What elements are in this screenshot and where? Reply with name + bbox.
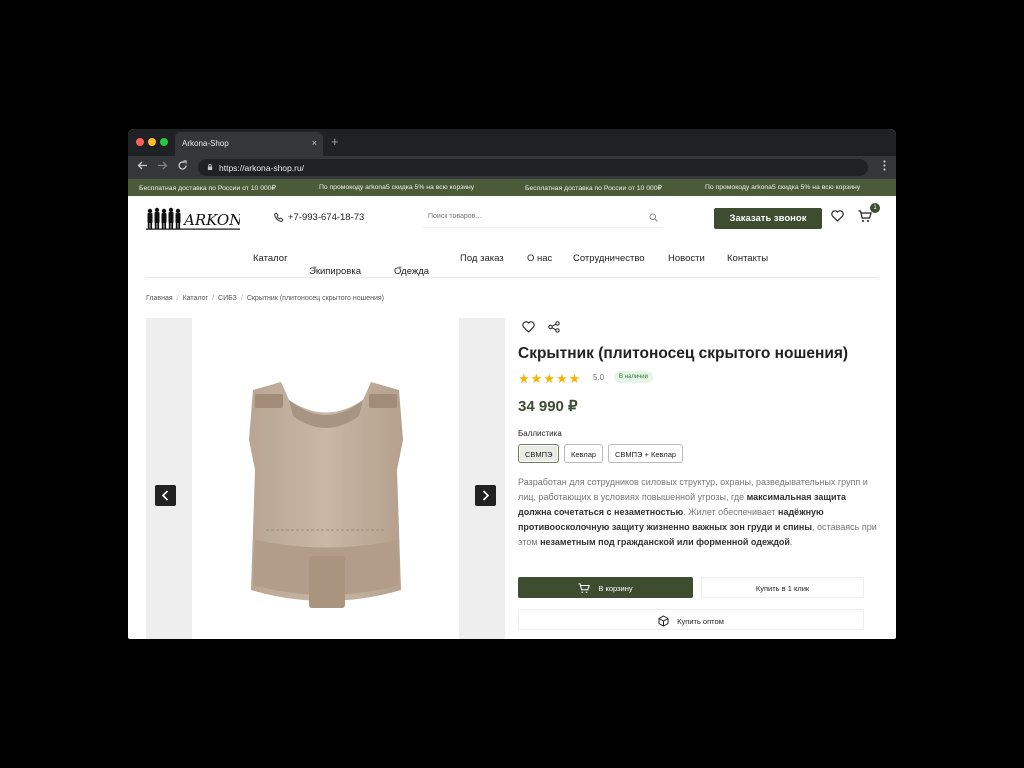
search-icon[interactable] [649, 213, 658, 222]
description-text: . [789, 537, 793, 547]
order-call-button[interactable]: Заказать звонок [714, 208, 822, 229]
phone-number: +7-993-674-18-73 [288, 212, 365, 223]
add-to-cart-button[interactable]: В корзину [518, 577, 693, 598]
option-svmpe-kevlar[interactable]: СВМПЭ + Кевлар [608, 444, 684, 463]
promo-bar: Бесплатная доставка по России от 10 000₽… [128, 179, 896, 196]
wishlist-heart-icon[interactable] [831, 210, 844, 222]
buy-wholesale-label: Купить оптом [677, 617, 724, 626]
gallery-side-panel [146, 318, 192, 639]
gallery-next-button[interactable] [475, 485, 496, 506]
browser-window: Arkona-Shop × + https://arkona-shop.ru/ … [128, 129, 896, 639]
chevron-down-icon: ▼ [397, 266, 403, 272]
forward-arrow-icon[interactable] [157, 160, 168, 171]
product-info: Скрытник (плитоносец скрытого ношения) ★… [518, 318, 878, 630]
chevron-right-icon [482, 490, 490, 501]
chevron-left-icon [161, 490, 169, 501]
promo-item: По промокоду arkona5 скидка 5% на всю ко… [319, 184, 475, 191]
promo-item: Бесплатная доставка по России от 10 000₽ [139, 185, 276, 192]
phone-icon [274, 212, 284, 222]
promo-item: Бесплатная доставка по России от 10 000₽ [525, 185, 662, 192]
product-actions [518, 318, 878, 338]
tab-title: Arkona-Shop [182, 139, 229, 148]
breadcrumb-separator: / [212, 295, 215, 302]
browser-tab[interactable]: Arkona-Shop × [175, 132, 323, 156]
menu-item-to-order[interactable]: Под заказ [460, 253, 504, 264]
menu-item-cooperation[interactable]: Сотрудничество [573, 253, 645, 264]
cart-icon [578, 583, 591, 594]
new-tab-button[interactable]: + [331, 135, 339, 148]
menu-item-catalog[interactable]: Каталог [253, 253, 288, 264]
breadcrumb-current: Скрытник (плитоносец скрытого ношения) [246, 295, 384, 302]
close-window-button[interactable] [136, 138, 144, 146]
cart-count-badge: 1 [870, 203, 880, 213]
back-arrow-icon[interactable] [137, 160, 148, 171]
description-bold: незаметным под гражданской или форменной… [540, 537, 790, 547]
star-icon: ★ [518, 371, 530, 386]
product-gallery [146, 318, 505, 639]
option-label: Баллистика [518, 429, 562, 438]
option-svmpe[interactable]: СВМПЭ [518, 444, 560, 463]
url-text: https://arkona-shop.ru/ [219, 163, 305, 173]
breadcrumb-sibz[interactable]: СИБЗ [218, 295, 237, 302]
phone-link[interactable]: +7-993-674-18-73 [274, 212, 364, 223]
reload-icon[interactable] [177, 160, 188, 171]
tab-bar: Arkona-Shop × + [128, 129, 896, 156]
star-icon: ★ [555, 371, 568, 386]
breadcrumb: Главная / Каталог / СИБЗ / Скрытник (плитоносе… [146, 295, 384, 302]
description-text: . Жилет обеспечивает [683, 507, 779, 517]
product-description: Разработан для сотрудников силовых струк… [518, 475, 878, 550]
logo-text: ARKONA [182, 211, 240, 229]
product-price: 34 990 ₽ [518, 398, 578, 415]
search-placeholder: Поиск товаров... [428, 213, 482, 220]
arkona-logo[interactable]: ARKONA [146, 206, 240, 231]
buy-wholesale-button[interactable]: Купить оптом [518, 609, 864, 630]
menu-item-contacts[interactable]: Контакты [727, 253, 768, 264]
product-rating: ★★★★★ 5.0 В наличии [518, 370, 654, 386]
buy-one-click-button[interactable]: Купить в 1 клик [701, 577, 864, 598]
url-field[interactable]: https://arkona-shop.ru/ [198, 159, 868, 176]
gallery-side-panel [459, 318, 505, 639]
tab-close-icon[interactable]: × [312, 138, 317, 148]
gallery-prev-button[interactable] [155, 485, 176, 506]
product-image-vest [249, 382, 403, 608]
breadcrumb-separator: / [176, 295, 179, 302]
cart-icon[interactable] [858, 210, 872, 223]
menu-item-about[interactable]: О нас [527, 253, 552, 264]
option-kevlar[interactable]: Кевлар [564, 444, 604, 463]
maximize-window-button[interactable] [160, 138, 168, 146]
site-header: ARKONA +7-993-674-18-73 Поиск товаров...… [128, 196, 896, 240]
star-icon: ★ [543, 371, 555, 386]
add-to-cart-label: В корзину [598, 584, 633, 593]
chevron-down-icon: ▼ [312, 266, 318, 272]
browser-menu-icon[interactable] [883, 160, 886, 171]
breadcrumb-separator: / [240, 295, 243, 302]
box-icon [658, 615, 669, 627]
address-bar-row: https://arkona-shop.ru/ [128, 156, 896, 179]
rating-value: 5.0 [593, 373, 605, 382]
main-menu: Каталог Экипировка ▼ Одежда ▼ Под заказ О … [146, 240, 878, 278]
breadcrumb-home[interactable]: Главная [146, 295, 173, 302]
product-title: Скрытник (плитоносец скрытого ношения) [518, 345, 849, 362]
breadcrumb-catalog[interactable]: Каталог [183, 295, 208, 302]
share-icon[interactable] [548, 321, 560, 333]
menu-item-news[interactable]: Новости [668, 253, 705, 264]
search-input[interactable]: Поиск товаров... [422, 207, 662, 228]
lock-icon [207, 164, 213, 170]
favorite-heart-icon[interactable] [522, 321, 535, 333]
star-icon: ★ [530, 371, 543, 386]
star-icon: ★ [568, 371, 581, 386]
availability-badge: В наличии [614, 371, 654, 383]
minimize-window-button[interactable] [148, 138, 156, 146]
promo-item: По промокоду arkona5 скидка 5% на всю ко… [705, 184, 861, 191]
